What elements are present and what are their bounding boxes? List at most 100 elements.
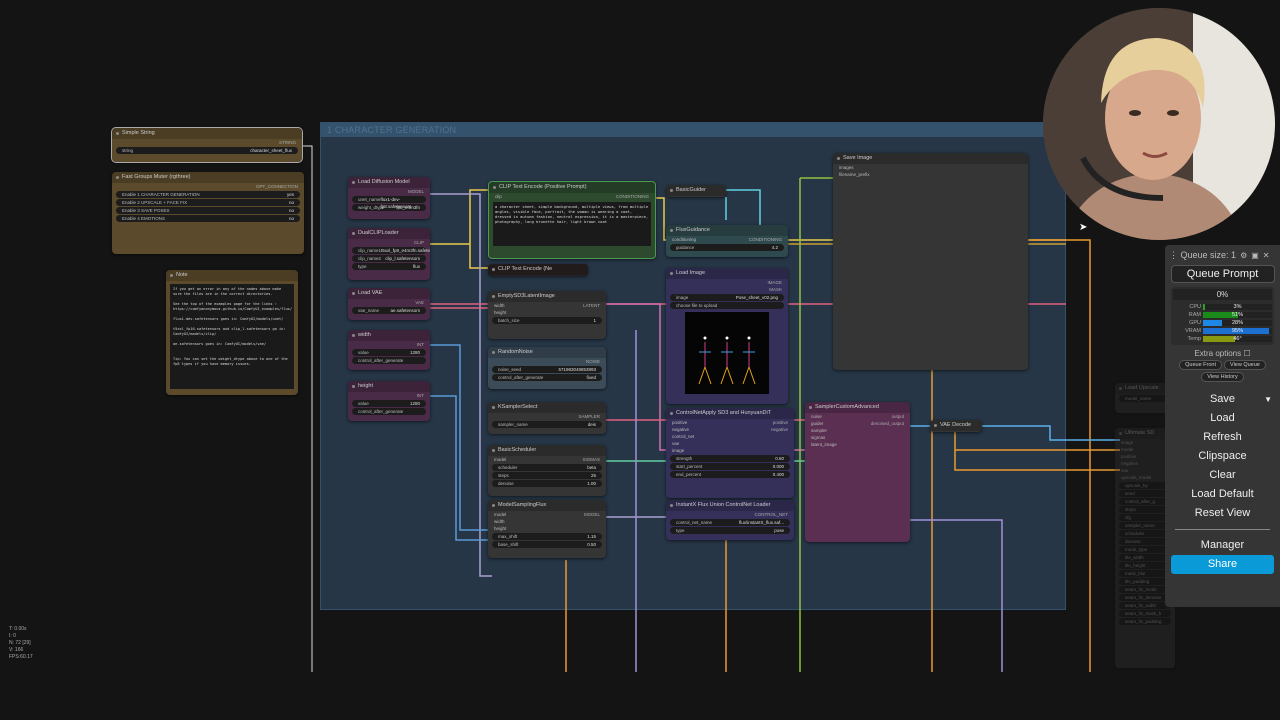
- output-slot[interactable]: OPT_CONNECTION: [256, 183, 298, 190]
- group-title[interactable]: 1 CHARACTER GENERATION: [321, 123, 1065, 137]
- output-slot[interactable]: MODEL: [584, 511, 600, 518]
- node-title[interactable]: DualCLIPLoader: [348, 228, 430, 239]
- node-widget[interactable]: denoise 1.00: [492, 480, 602, 487]
- node-random-noise[interactable]: RandomNoise NOISE noise_seed 57198304885389…: [488, 347, 606, 389]
- node-widget[interactable]: cfg: [1119, 514, 1171, 521]
- upload-button[interactable]: choose file to upload: [670, 302, 784, 309]
- input-slot[interactable]: model: [1121, 446, 1133, 453]
- node-widget[interactable]: clip_name1t5xxl_fp8_e4m3fn.safetensors: [352, 247, 430, 254]
- output-slot[interactable]: MASK: [769, 286, 782, 293]
- input-slot[interactable]: noise: [811, 413, 822, 420]
- output-slot[interactable]: SAMPLER: [578, 413, 600, 420]
- node-widget[interactable]: clip_name2 clip_l.safetensors: [352, 255, 426, 262]
- output-slot[interactable]: MODEL: [408, 188, 424, 195]
- node-widget[interactable]: mode_type: [1119, 546, 1171, 553]
- input-slot[interactable]: images: [839, 164, 854, 171]
- node-widget[interactable]: value 1280: [352, 349, 426, 356]
- output-slot[interactable]: positive: [773, 419, 788, 426]
- node-widget[interactable]: vae_name ae.safetensors: [352, 307, 426, 314]
- node-controlnet-loader[interactable]: InstantX Flux Union ControlNet Loader CON…: [666, 500, 794, 540]
- node-basic-guider[interactable]: BasicGuider: [666, 185, 726, 197]
- node-flux-guidance[interactable]: FluxGuidance conditioning CONDITIONING guid…: [666, 225, 788, 257]
- load-button[interactable]: Load: [1169, 409, 1276, 428]
- image-icon[interactable]: ▣: [1251, 251, 1259, 260]
- view-history-button[interactable]: View History: [1201, 372, 1244, 382]
- node-widget[interactable]: tile_width: [1119, 554, 1171, 561]
- node-widget[interactable]: type flux: [352, 263, 426, 270]
- input-slot[interactable]: negative: [672, 426, 689, 433]
- node-simple-string[interactable]: Simple String STRING string character_sheet…: [111, 127, 303, 163]
- input-slot[interactable]: height: [494, 525, 506, 532]
- manager-button[interactable]: Manager: [1169, 536, 1276, 555]
- node-widget[interactable]: max_shift 1.15: [492, 533, 602, 540]
- node-sampler-custom-advanced[interactable]: SamplerCustomAdvanced noise output guider de…: [805, 402, 910, 542]
- queue-prompt-button[interactable]: Queue Prompt: [1170, 265, 1275, 283]
- node-note[interactable]: Note If you get an error in any of the no…: [166, 270, 298, 395]
- node-widget[interactable]: mask_blur: [1119, 570, 1171, 577]
- node-widget[interactable]: seam_fix_mask_b: [1119, 610, 1171, 617]
- prompt-textarea[interactable]: a character sheet, simple background, mu…: [493, 202, 651, 246]
- node-widget[interactable]: seam_fix_width: [1119, 602, 1171, 609]
- node-widget[interactable]: tile_padding: [1119, 578, 1171, 585]
- node-save-image[interactable]: Save Image images filename_prefix: [833, 153, 1028, 370]
- output-slot[interactable]: IMAGE: [767, 279, 782, 286]
- node-widget[interactable]: steps 25: [492, 472, 602, 479]
- save-button[interactable]: Save ▼: [1169, 390, 1276, 409]
- node-fast-groups-muter[interactable]: Fast Groups Muter (rgthree) OPT_CONNECTIO…: [112, 172, 304, 254]
- extra-options-checkbox[interactable]: ☐: [1243, 349, 1250, 358]
- node-widget[interactable]: upscale_by: [1119, 482, 1171, 489]
- node-title[interactable]: Simple String: [112, 128, 302, 139]
- node-title[interactable]: width: [348, 330, 430, 341]
- output-slot[interactable]: INT: [417, 392, 424, 399]
- node-title[interactable]: BasicScheduler: [488, 445, 606, 456]
- queue-front-button[interactable]: Queue Front: [1179, 360, 1222, 370]
- note-text[interactable]: If you get an error in any of the nodes …: [170, 284, 294, 389]
- node-load-vae[interactable]: Load VAE VAE vae_name ae.safetensors: [348, 288, 430, 320]
- node-title[interactable]: Load VAE: [348, 288, 430, 299]
- output-slot[interactable]: STRING: [279, 139, 296, 146]
- input-slot[interactable]: image: [1121, 439, 1133, 446]
- node-widget[interactable]: control_after_generate fixed: [492, 374, 602, 381]
- input-slot[interactable]: filename_prefix: [839, 171, 870, 178]
- node-ksampler-select[interactable]: KSamplerSelect SAMPLER sampler_name deis: [488, 402, 606, 434]
- node-widget[interactable]: seam_fix_padding: [1119, 618, 1171, 625]
- output-slot[interactable]: CONDITIONING: [749, 236, 782, 243]
- input-slot[interactable]: width: [494, 518, 505, 525]
- node-title[interactable]: ModelSamplingFlux: [488, 500, 606, 511]
- input-slot[interactable]: clip: [495, 193, 502, 200]
- node-title[interactable]: CLIP Text Encode (Positive Prompt): [489, 182, 655, 193]
- clipspace-button[interactable]: Clipspace: [1169, 447, 1276, 466]
- node-widget[interactable]: guidance 4.2: [670, 244, 784, 251]
- node-load-image[interactable]: Load Image IMAGE MASK image Pose_sheet_v02.p…: [666, 268, 788, 404]
- node-widget[interactable]: start_percent 0.000: [670, 463, 790, 470]
- node-widget[interactable]: tile_height: [1119, 562, 1171, 569]
- share-button[interactable]: Share: [1171, 555, 1274, 574]
- input-slot[interactable]: control_net: [672, 433, 694, 440]
- input-slot[interactable]: upscale_model: [1121, 474, 1151, 481]
- node-widget[interactable]: end_percent 0.400: [670, 471, 790, 478]
- input-slot[interactable]: width: [494, 302, 505, 309]
- node-width[interactable]: width INT value 1280 control_after_generate: [348, 330, 430, 370]
- node-widget[interactable]: value 1280: [352, 400, 426, 407]
- node-widget[interactable]: strength 0.60: [670, 455, 790, 462]
- node-basic-scheduler[interactable]: BasicScheduler model SIGMAS scheduler beta st…: [488, 445, 606, 496]
- node-title[interactable]: Fast Groups Muter (rgthree): [112, 172, 304, 183]
- input-slot[interactable]: model: [494, 511, 506, 518]
- input-slot[interactable]: sampler: [811, 427, 827, 434]
- node-title[interactable]: height: [348, 381, 430, 392]
- node-title[interactable]: EmptySD3LatentImage: [488, 291, 606, 302]
- node-controlnet-apply[interactable]: ControlNetApply SD3 and HunyuanDiT positi…: [666, 408, 794, 498]
- node-widget[interactable]: control_after_generate: [352, 357, 426, 364]
- node-widget[interactable]: string character_sheet_flux: [116, 147, 298, 154]
- node-title[interactable]: Save Image: [833, 153, 1028, 164]
- node-title[interactable]: ControlNetApply SD3 and HunyuanDiT: [666, 408, 794, 419]
- input-slot[interactable]: image: [672, 447, 684, 454]
- node-widget[interactable]: image Pose_sheet_v02.png: [670, 294, 784, 301]
- drag-handle-icon[interactable]: ⋮: [1169, 250, 1181, 261]
- node-title[interactable]: RandomNoise: [488, 347, 606, 358]
- node-load-diffusion-model[interactable]: Load Diffusion Model MODEL unet_name flux1-…: [348, 177, 430, 219]
- node-clip-text-encode-negative[interactable]: CLIP Text Encode (Ne: [488, 264, 588, 276]
- view-queue-button[interactable]: View Queue: [1224, 360, 1266, 370]
- output-slot[interactable]: output: [891, 413, 904, 420]
- node-widget[interactable]: scheduler beta: [492, 464, 602, 471]
